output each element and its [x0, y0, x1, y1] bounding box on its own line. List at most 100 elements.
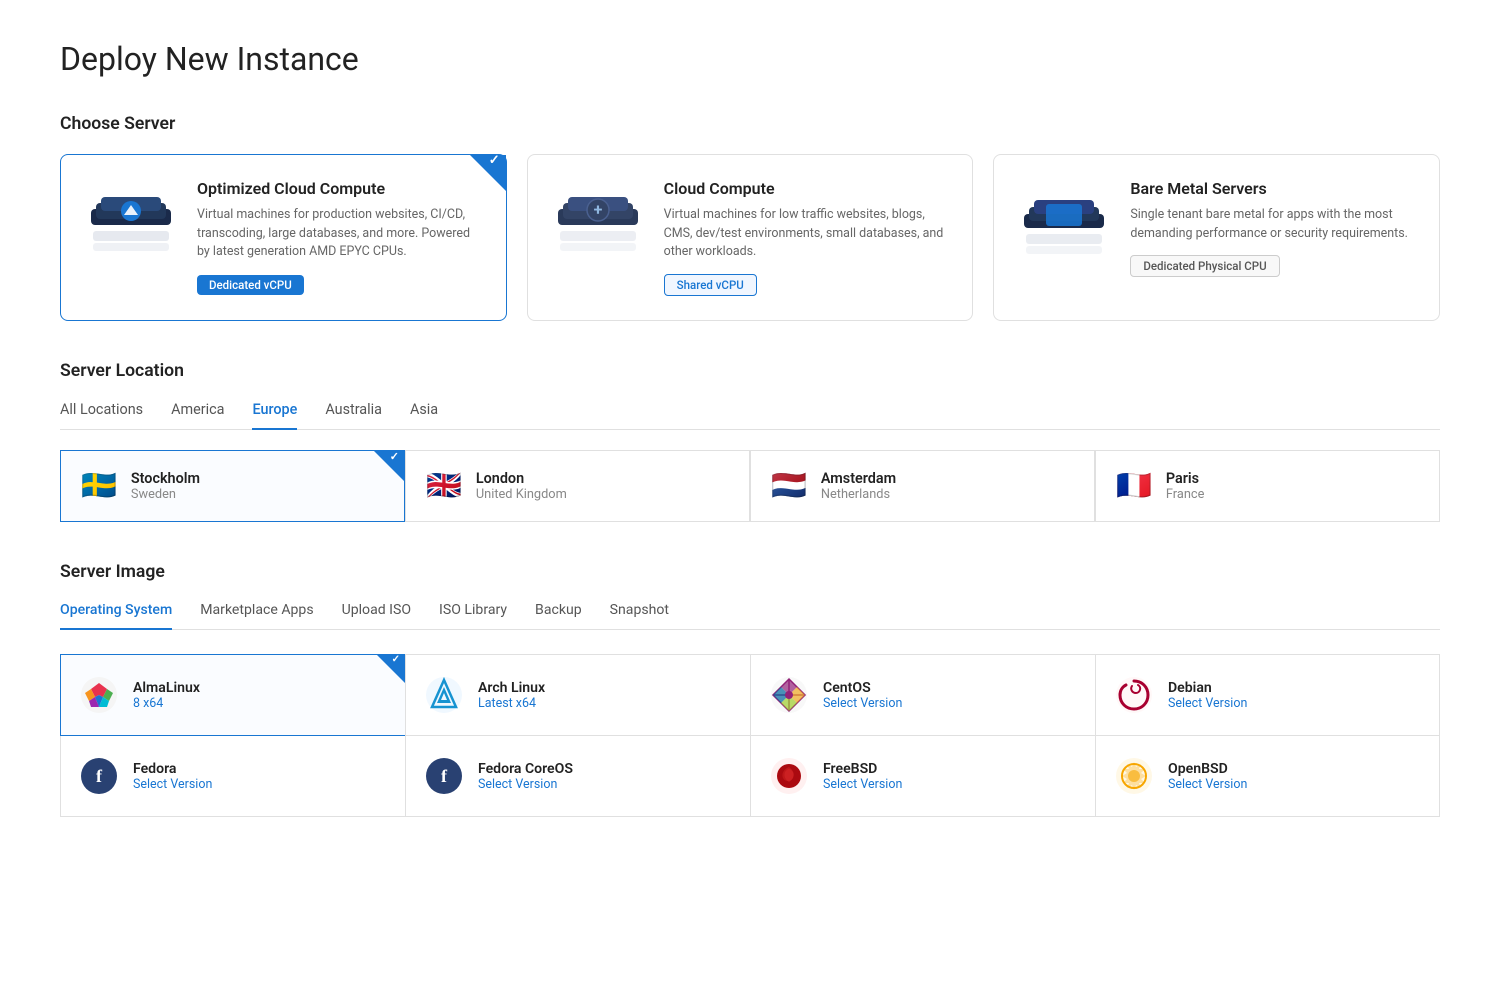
svg-text:f: f: [96, 766, 103, 786]
os-name-fedora-coreos: Fedora CoreOS: [478, 761, 573, 777]
os-info-fedora: Fedora Select Version: [133, 761, 212, 792]
os-icon-debian: [1114, 675, 1154, 715]
flag-london: 🇬🇧: [426, 469, 462, 503]
choose-server-section: Choose Server Optimized Cloud Compute Vi…: [60, 114, 1440, 321]
loc-info-paris: Paris France: [1166, 470, 1205, 502]
os-info-fedora-coreos: Fedora CoreOS Select Version: [478, 761, 573, 792]
location-card-london[interactable]: 🇬🇧 London United Kingdom: [405, 450, 750, 522]
os-icon-fedora: f: [79, 756, 119, 796]
os-version-fedora-coreos: Select Version: [478, 777, 573, 792]
os-grid: AlmaLinux 8 x64 Arch Linux Latest x64: [60, 654, 1440, 817]
os-icon-centos: [769, 675, 809, 715]
server-card-content-cloud: Cloud Compute Virtual machines for low t…: [664, 179, 953, 296]
loc-country-stockholm: Sweden: [131, 487, 200, 502]
server-card-content-optimized: Optimized Cloud Compute Virtual machines…: [197, 179, 486, 295]
os-name-centos: CentOS: [823, 680, 902, 696]
loc-city-london: London: [476, 470, 567, 487]
selected-check-almalinux: [377, 655, 405, 683]
os-name-openbsd: OpenBSD: [1168, 761, 1247, 777]
location-card-amsterdam[interactable]: 🇳🇱 Amsterdam Netherlands: [750, 450, 1095, 522]
os-card-almalinux[interactable]: AlmaLinux 8 x64: [60, 654, 405, 736]
os-icon-archlinux: [424, 675, 464, 715]
server-type-card-bare[interactable]: Bare Metal Servers Single tenant bare me…: [993, 154, 1440, 321]
server-badge-bare: Dedicated Physical CPU: [1130, 255, 1279, 277]
loc-info-amsterdam: Amsterdam Netherlands: [821, 470, 896, 502]
os-info-debian: Debian Select Version: [1168, 680, 1247, 711]
tab-snapshot[interactable]: Snapshot: [610, 602, 669, 630]
os-version-fedora: Select Version: [133, 777, 212, 792]
flag-amsterdam: 🇳🇱: [771, 469, 807, 503]
flag-stockholm: 🇸🇪: [81, 469, 117, 503]
tab-marketplace[interactable]: Marketplace Apps: [200, 602, 313, 630]
os-card-fedora-coreos[interactable]: f Fedora CoreOS Select Version: [405, 736, 750, 817]
os-icon-openbsd: [1114, 756, 1154, 796]
server-type-card-optimized[interactable]: Optimized Cloud Compute Virtual machines…: [60, 154, 507, 321]
os-name-archlinux: Arch Linux: [478, 680, 545, 696]
server-image-heading: Server Image: [60, 562, 1440, 582]
tab-upload-iso[interactable]: Upload ISO: [342, 602, 411, 630]
server-type-grid: Optimized Cloud Compute Virtual machines…: [60, 154, 1440, 321]
choose-server-heading: Choose Server: [60, 114, 1440, 134]
os-card-archlinux[interactable]: Arch Linux Latest x64: [405, 654, 750, 736]
os-card-fedora[interactable]: f Fedora Select Version: [60, 736, 405, 817]
os-icon-fedora-coreos: f: [424, 756, 464, 796]
tab-america[interactable]: America: [171, 401, 224, 430]
server-location-section: Server Location All Locations America Eu…: [60, 361, 1440, 522]
os-name-freebsd: FreeBSD: [823, 761, 902, 777]
tab-iso-library[interactable]: ISO Library: [439, 602, 507, 630]
os-icon-freebsd: [769, 756, 809, 796]
server-type-card-cloud[interactable]: + Cloud Compute Virtual machines for low…: [527, 154, 974, 321]
server-card-content-bare: Bare Metal Servers Single tenant bare me…: [1130, 179, 1419, 277]
os-version-openbsd: Select Version: [1168, 777, 1247, 792]
tab-all-locations[interactable]: All Locations: [60, 401, 143, 430]
server-card-title-cloud: Cloud Compute: [664, 179, 953, 198]
os-version-debian: Select Version: [1168, 696, 1247, 711]
os-info-centos: CentOS Select Version: [823, 680, 902, 711]
svg-text:+: +: [593, 200, 602, 219]
loc-info-london: London United Kingdom: [476, 470, 567, 502]
tab-europe[interactable]: Europe: [252, 401, 297, 430]
os-version-almalinux: 8 x64: [133, 696, 200, 711]
os-card-centos[interactable]: CentOS Select Version: [750, 654, 1095, 736]
os-card-freebsd[interactable]: FreeBSD Select Version: [750, 736, 1095, 817]
os-version-freebsd: Select Version: [823, 777, 902, 792]
loc-info-stockholm: Stockholm Sweden: [131, 470, 200, 502]
loc-country-paris: France: [1166, 487, 1205, 502]
server-image-section: Server Image Operating System Marketplac…: [60, 562, 1440, 817]
os-card-openbsd[interactable]: OpenBSD Select Version: [1095, 736, 1440, 817]
server-badge-cloud: Shared vCPU: [664, 274, 757, 296]
image-tab-bar: Operating System Marketplace Apps Upload…: [60, 602, 1440, 630]
os-version-centos: Select Version: [823, 696, 902, 711]
os-card-debian[interactable]: Debian Select Version: [1095, 654, 1440, 736]
os-name-almalinux: AlmaLinux: [133, 680, 200, 696]
os-name-debian: Debian: [1168, 680, 1247, 696]
tab-os[interactable]: Operating System: [60, 602, 172, 630]
loc-country-london: United Kingdom: [476, 487, 567, 502]
server-badge-optimized: Dedicated vCPU: [197, 275, 304, 295]
loc-city-paris: Paris: [1166, 470, 1205, 487]
tab-backup[interactable]: Backup: [535, 602, 582, 630]
os-info-openbsd: OpenBSD Select Version: [1168, 761, 1247, 792]
server-card-desc-optimized: Virtual machines for production websites…: [197, 206, 486, 262]
loc-country-amsterdam: Netherlands: [821, 487, 896, 502]
server-card-title-optimized: Optimized Cloud Compute: [197, 179, 486, 198]
server-location-heading: Server Location: [60, 361, 1440, 381]
selected-check-optimized: [470, 155, 506, 191]
server-card-title-bare: Bare Metal Servers: [1130, 179, 1419, 198]
server-icon-cloud: +: [548, 179, 648, 259]
os-name-fedora: Fedora: [133, 761, 212, 777]
svg-text:f: f: [441, 766, 448, 786]
os-icon-almalinux: [79, 675, 119, 715]
location-card-paris[interactable]: 🇫🇷 Paris France: [1095, 450, 1440, 522]
loc-city-amsterdam: Amsterdam: [821, 470, 896, 487]
selected-check-stockholm: [374, 451, 404, 481]
location-tab-bar: All Locations America Europe Australia A…: [60, 401, 1440, 430]
loc-city-stockholm: Stockholm: [131, 470, 200, 487]
tab-asia[interactable]: Asia: [410, 401, 438, 430]
location-grid: 🇸🇪 Stockholm Sweden 🇬🇧 London United Kin…: [60, 450, 1440, 522]
os-version-archlinux: Latest x64: [478, 696, 545, 711]
os-info-freebsd: FreeBSD Select Version: [823, 761, 902, 792]
tab-australia[interactable]: Australia: [325, 401, 382, 430]
location-card-stockholm[interactable]: 🇸🇪 Stockholm Sweden: [60, 450, 405, 522]
server-card-desc-bare: Single tenant bare metal for apps with t…: [1130, 206, 1419, 243]
